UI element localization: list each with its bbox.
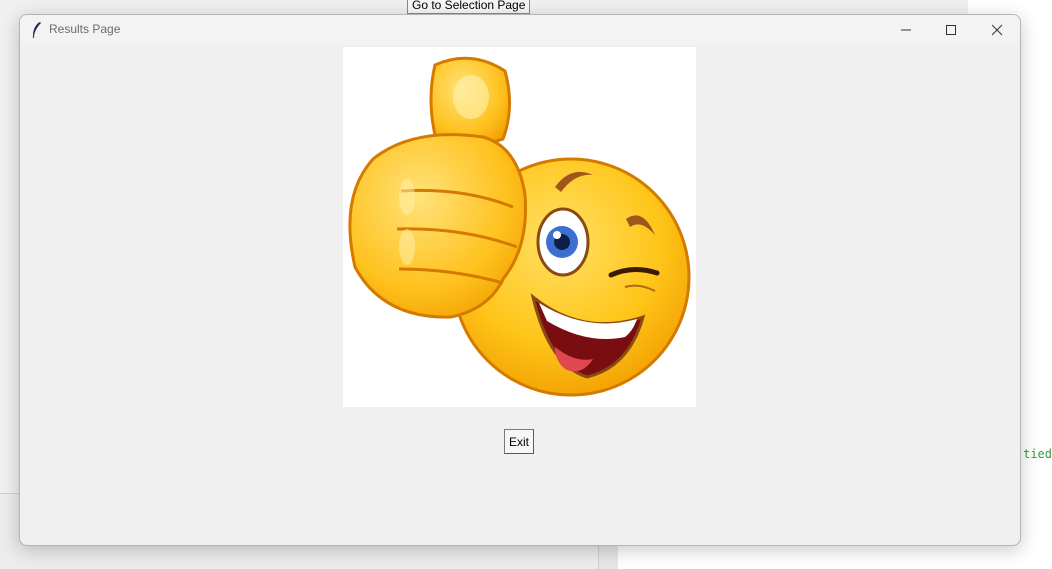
window-title: Results Page <box>49 22 121 36</box>
minimize-button[interactable] <box>883 15 929 45</box>
results-window: Results Page Exit <box>19 14 1021 546</box>
thumb-hand <box>348 56 527 319</box>
minimize-icon <box>901 29 911 31</box>
result-image <box>343 47 696 407</box>
thumbs-up-winking-emoji-icon <box>348 56 691 397</box>
background-code-text: tied <box>1023 447 1052 461</box>
feather-icon <box>32 22 41 39</box>
go-to-selection-page-button[interactable]: Go to Selection Page <box>407 0 531 14</box>
titlebar[interactable]: Results Page <box>20 15 1020 45</box>
close-icon <box>991 24 1003 36</box>
maximize-button[interactable] <box>928 15 974 45</box>
close-button[interactable] <box>974 15 1020 45</box>
exit-button[interactable]: Exit <box>504 429 534 454</box>
maximize-icon <box>946 25 956 35</box>
